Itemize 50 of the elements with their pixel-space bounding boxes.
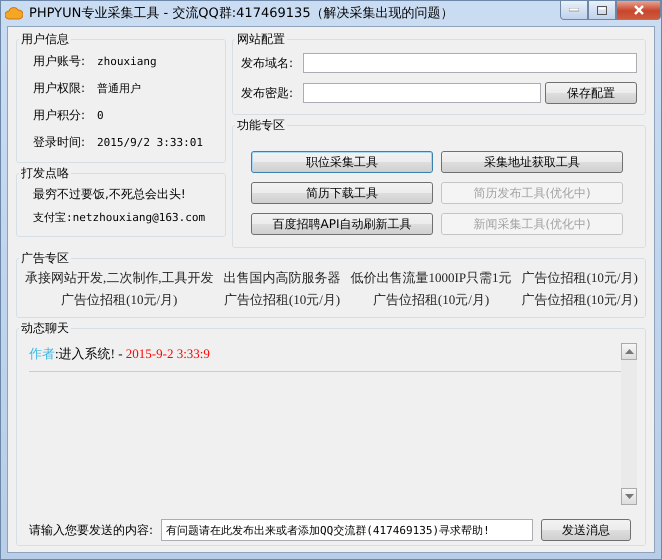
- ad-link[interactable]: 低价出售流量1000IP只需1元: [350, 269, 512, 287]
- field-label: 用户积分:: [33, 107, 86, 124]
- maximize-button[interactable]: [588, 1, 616, 20]
- field-label: 发布域名:: [241, 54, 294, 72]
- message-part: 作者: [29, 346, 55, 361]
- ad-link[interactable]: 广告位招租(10元/月): [522, 269, 638, 287]
- key-input[interactable]: [303, 83, 541, 103]
- field-label: 用户权限:: [33, 80, 86, 97]
- scroll-up-icon[interactable]: [621, 343, 637, 360]
- tool-button[interactable]: 采集地址获取工具: [441, 151, 623, 173]
- ad-link[interactable]: 广告位招租(10元/月): [224, 291, 340, 309]
- maximize-icon: [597, 6, 607, 14]
- minimize-icon: [569, 8, 579, 12]
- field-value: zhouxiang: [97, 55, 157, 68]
- tool-button[interactable]: 职位采集工具: [251, 151, 433, 173]
- message-part: 2015-9-2 3:33:9: [126, 346, 210, 361]
- group-title: 功能专区: [236, 117, 286, 134]
- tool-button[interactable]: 简历下载工具: [251, 182, 433, 204]
- ad-link[interactable]: 出售国内高防服务器: [224, 269, 340, 287]
- cloud-icon: [5, 5, 23, 21]
- message-part: :进入系统! -: [55, 346, 124, 361]
- close-icon: [632, 5, 644, 15]
- group-title: 动态聊天: [20, 320, 70, 337]
- minimize-button[interactable]: [560, 1, 588, 20]
- tip-text: 支付宝:netzhouxiang@163.com: [32, 210, 206, 226]
- tip-text: 最穷不过要饭,不死总会出头!: [32, 186, 187, 203]
- group-title: 用户信息: [20, 31, 70, 48]
- group-title: 网站配置: [236, 31, 286, 48]
- tool-button[interactable]: 百度招聘API自动刷新工具: [251, 213, 433, 235]
- field-label: 用户账号:: [33, 53, 86, 70]
- input-label: 请输入您要发送的内容:: [29, 522, 154, 538]
- close-button[interactable]: [616, 1, 661, 20]
- send-button[interactable]: 发送消息: [541, 519, 632, 541]
- ad-link[interactable]: 广告位招租(10元/月): [25, 291, 214, 309]
- ad-link[interactable]: 承接网站开发,二次制作,工具开发: [25, 269, 214, 287]
- scrollbar[interactable]: [621, 343, 637, 505]
- group-title: 打发点咯: [20, 165, 70, 182]
- message-input[interactable]: 有问题请在此发布出来或者添加QQ交流群(417469135)寻求帮助!: [161, 519, 534, 541]
- save-button[interactable]: 保存配置: [545, 82, 637, 104]
- domain-input[interactable]: [303, 53, 637, 73]
- ad-link[interactable]: 广告位招租(10元/月): [350, 291, 512, 309]
- scroll-down-icon[interactable]: [621, 488, 637, 505]
- field-value: 2015/9/2 3:33:01: [97, 136, 203, 149]
- field-label: 登录时间:: [33, 134, 86, 151]
- field-value: 普通用户: [97, 81, 141, 96]
- window-title: PHPYUN专业采集工具 - 交流QQ群:417469135（解决采集出现的问题）: [29, 5, 455, 22]
- field-value: 0: [97, 109, 104, 122]
- field-label: 发布密匙:: [241, 84, 294, 102]
- ad-link[interactable]: 广告位招租(10元/月): [522, 291, 638, 309]
- group-title: 广告专区: [20, 250, 70, 267]
